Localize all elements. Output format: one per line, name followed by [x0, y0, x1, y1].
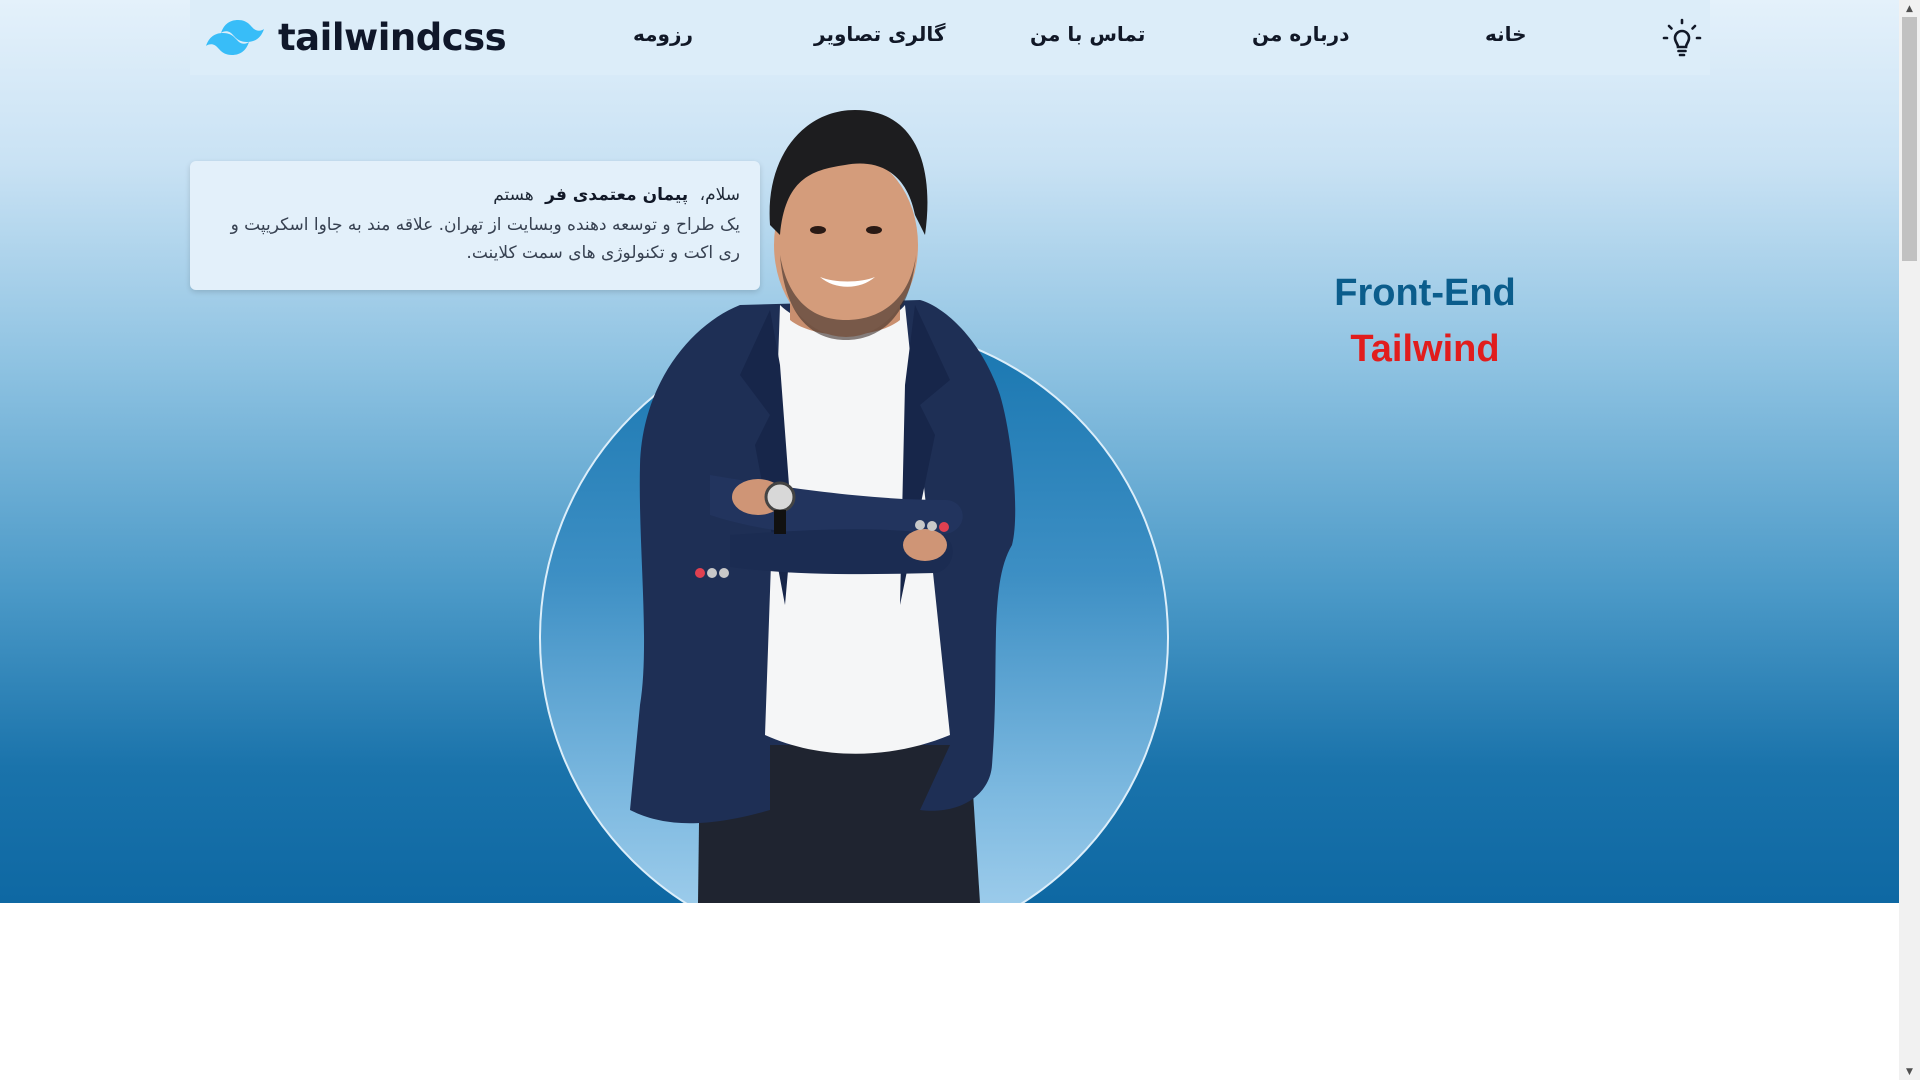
brand-logo[interactable]: tailwindcss [206, 14, 507, 60]
nav-item-resume[interactable]: رزومه [633, 22, 693, 46]
nav-item-contact[interactable]: تماس با من [1030, 22, 1145, 46]
role-primary: Front-End [1334, 272, 1516, 314]
intro-suffix: هستم [493, 185, 534, 205]
scroll-down-arrow-icon[interactable]: ▼ [1899, 1063, 1920, 1080]
nav-item-home[interactable]: خانه [1485, 22, 1527, 46]
tailwind-wave-icon [206, 19, 264, 55]
profile-portrait-image [620, 105, 1060, 903]
brand-logo-text: tailwindcss [278, 15, 507, 59]
nav-item-about[interactable]: درباره من [1252, 22, 1349, 46]
nav-item-gallery[interactable]: گالری تصاویر [814, 22, 946, 46]
navbar: tailwindcss رزومه گالری تصاویر تماس با م… [190, 0, 1710, 75]
lightbulb-icon[interactable] [1662, 18, 1702, 58]
scroll-up-arrow-icon[interactable]: ▲ [1899, 0, 1920, 17]
role-secondary: Tailwind [1350, 328, 1500, 370]
page: tailwindcss رزومه گالری تصاویر تماس با م… [0, 0, 1899, 1080]
hero-section: tailwindcss رزومه گالری تصاویر تماس با م… [0, 0, 1899, 953]
below-hero-area [0, 903, 1899, 1080]
vertical-scrollbar[interactable]: ▲ ▼ [1899, 0, 1920, 1080]
scrollbar-thumb[interactable] [1902, 17, 1917, 261]
